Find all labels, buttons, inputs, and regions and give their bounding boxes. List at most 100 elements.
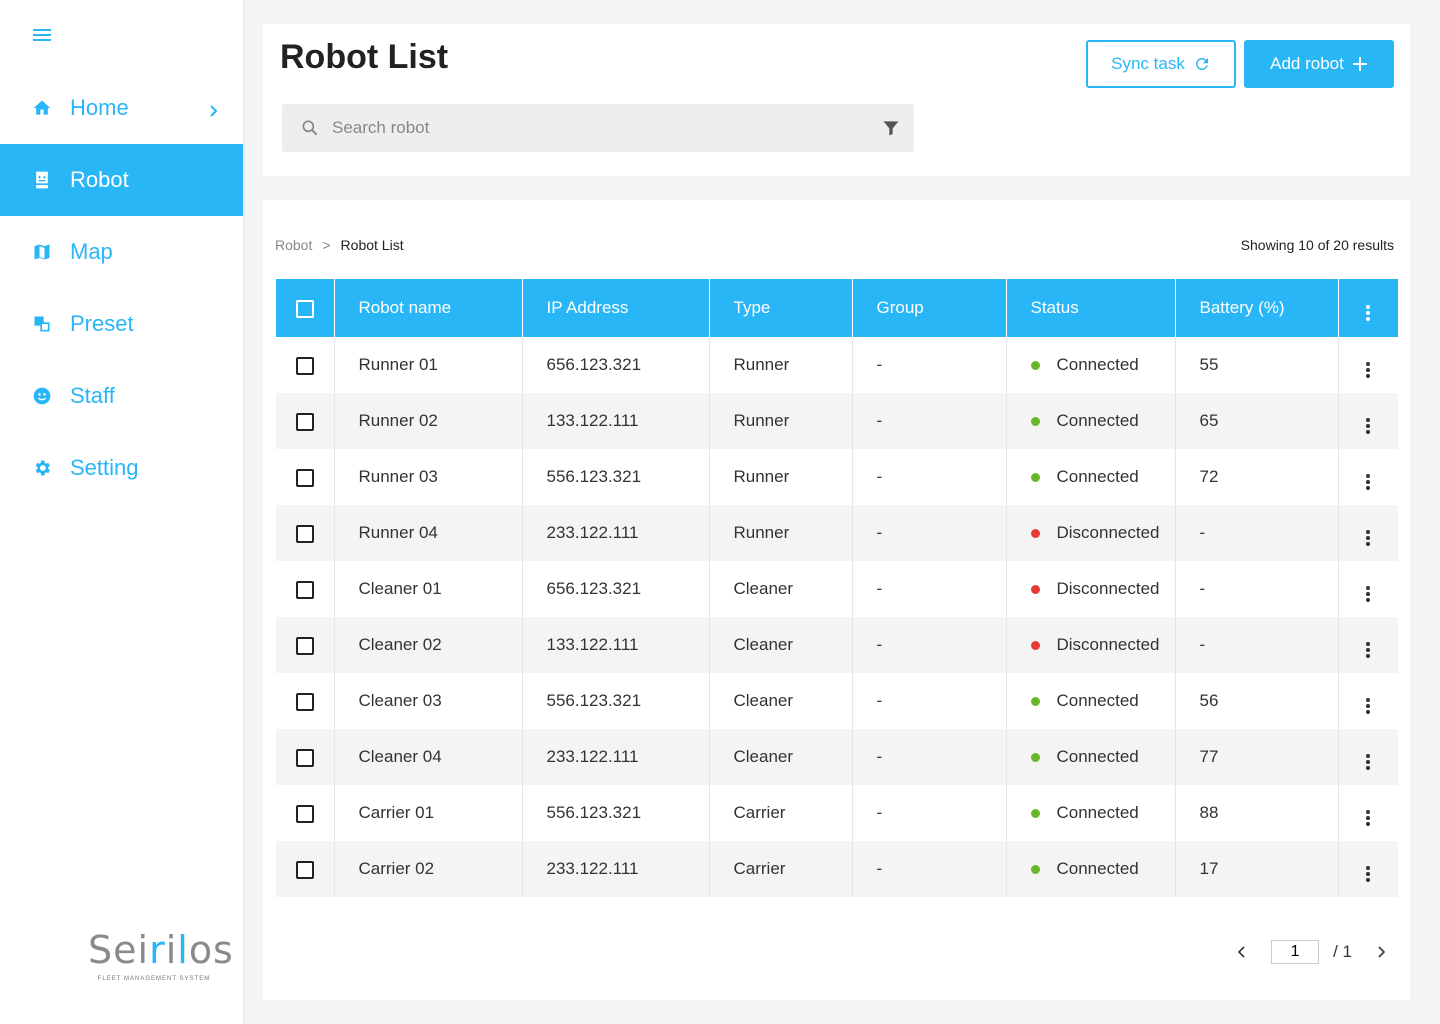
status-dot-icon [1030,753,1040,763]
column-header-robot-name[interactable]: Robot name [334,279,523,337]
row-options-cell [1338,505,1398,561]
row-options-cell [1338,617,1398,673]
row-options-icon[interactable] [1366,753,1371,771]
row-options-cell [1338,449,1398,505]
row-checkbox[interactable] [295,804,314,823]
sync-task-button[interactable]: Sync task [1086,40,1236,88]
status-dot-icon [1030,361,1040,371]
prev-page-icon[interactable] [1231,946,1253,958]
table-header-row: Robot name IP Address Type Group Status … [276,279,1398,337]
table-row[interactable]: Runner 04 233.122.111 Runner - Disconnected - [276,505,1398,561]
table-row[interactable]: Cleaner 01 656.123.321 Cleaner - Disconnecte… [276,561,1398,617]
group-cell: - [852,561,1007,617]
table-row[interactable]: Carrier 01 556.123.321 Carrier - Connected 88 [276,785,1398,841]
row-checkbox[interactable] [295,468,314,487]
table-row[interactable]: Runner 03 556.123.321 Runner - Connected 72 [276,449,1398,505]
status-label: Connected [1056,859,1139,878]
row-checkbox[interactable] [295,636,314,655]
row-options-icon[interactable] [1366,473,1371,491]
column-header-group[interactable]: Group [852,279,1007,337]
group-cell: - [852,841,1007,897]
status-cell: Connected [1006,673,1176,729]
group-cell: - [852,617,1007,673]
robot-name-cell: Cleaner 04 [334,729,523,785]
select-all-checkbox[interactable] [295,299,314,318]
row-checkbox[interactable] [295,580,314,599]
breadcrumb-current: Robot List [340,237,404,253]
next-page-icon[interactable] [1370,946,1392,958]
ip-address-cell: 556.123.321 [522,785,710,841]
filter-icon[interactable] [881,118,901,138]
battery-cell: 72 [1175,449,1339,505]
sidebar-item-map[interactable]: Map [0,216,243,288]
table-row[interactable]: Cleaner 02 133.122.111 Cleaner - Disconnecte… [276,617,1398,673]
type-cell: Runner [709,449,853,505]
column-options-icon[interactable] [1366,304,1371,322]
battery-cell: 65 [1175,393,1339,449]
status-label: Connected [1056,467,1139,486]
table-row[interactable]: Runner 02 133.122.111 Runner - Connected 65 [276,393,1398,449]
sidebar-item-setting[interactable]: Setting [0,432,243,504]
column-header-status[interactable]: Status [1006,279,1176,337]
row-select-cell [276,449,335,505]
row-options-icon[interactable] [1366,361,1371,379]
menu-icon[interactable] [33,29,51,43]
row-options-icon[interactable] [1366,697,1371,715]
table-row[interactable]: Carrier 02 233.122.111 Carrier - Connected 17 [276,841,1398,897]
battery-cell: - [1175,617,1339,673]
add-robot-button[interactable]: Add robot [1244,40,1394,88]
pagination: / 1 [1231,940,1392,964]
breadcrumb-link-robot[interactable]: Robot [275,237,312,253]
status-dot-icon [1030,809,1040,819]
row-checkbox[interactable] [295,412,314,431]
sidebar-item-staff[interactable]: Staff [0,360,243,432]
status-dot-icon [1030,417,1040,427]
ip-address-cell: 656.123.321 [522,337,710,393]
row-select-cell [276,729,335,785]
search-icon [300,118,320,138]
search-input[interactable] [332,118,881,138]
row-checkbox[interactable] [295,692,314,711]
status-cell: Connected [1006,785,1176,841]
group-cell: - [852,449,1007,505]
status-dot-icon [1030,585,1040,595]
row-options-icon[interactable] [1366,865,1371,883]
row-options-icon[interactable] [1366,641,1371,659]
status-label: Connected [1056,691,1139,710]
sidebar-item-home[interactable]: Home [0,72,243,144]
staff-icon [31,385,53,407]
row-select-cell [276,841,335,897]
row-options-icon[interactable] [1366,585,1371,603]
column-header-battery[interactable]: Battery (%) [1175,279,1339,337]
robot-table: Robot name IP Address Type Group Status … [276,279,1398,897]
home-icon [31,97,53,119]
table-row[interactable]: Cleaner 04 233.122.111 Cleaner - Connected 77 [276,729,1398,785]
page-number-input[interactable] [1271,940,1320,964]
sidebar-item-preset[interactable]: Preset [0,288,243,360]
row-options-icon[interactable] [1366,809,1371,827]
gear-icon [31,457,53,479]
row-checkbox[interactable] [295,356,314,375]
sidebar-item-label: Preset [70,311,134,336]
type-cell: Cleaner [709,729,853,785]
robot-table-card: Robot > Robot List Showing 10 of 20 resu… [263,200,1410,1000]
robot-icon [31,169,53,191]
ip-address-cell: 556.123.321 [522,449,710,505]
row-options-cell [1338,785,1398,841]
row-options-icon[interactable] [1366,529,1371,547]
sidebar-item-robot[interactable]: Robot [0,144,243,216]
table-row[interactable]: Runner 01 656.123.321 Runner - Connected 55 [276,337,1398,393]
status-dot-icon [1030,865,1040,875]
row-checkbox[interactable] [295,860,314,879]
row-options-icon[interactable] [1366,417,1371,435]
battery-cell: - [1175,561,1339,617]
status-cell: Disconnected [1006,617,1176,673]
column-header-type[interactable]: Type [709,279,853,337]
row-checkbox[interactable] [295,748,314,767]
sidebar: Home Robot Map Preset Staff Setting Seirilos … [0,0,243,1024]
row-select-cell [276,393,335,449]
row-checkbox[interactable] [295,524,314,543]
column-header-ip-address[interactable]: IP Address [522,279,710,337]
table-row[interactable]: Cleaner 03 556.123.321 Cleaner - Connected 56 [276,673,1398,729]
sync-task-label: Sync task [1111,54,1185,73]
